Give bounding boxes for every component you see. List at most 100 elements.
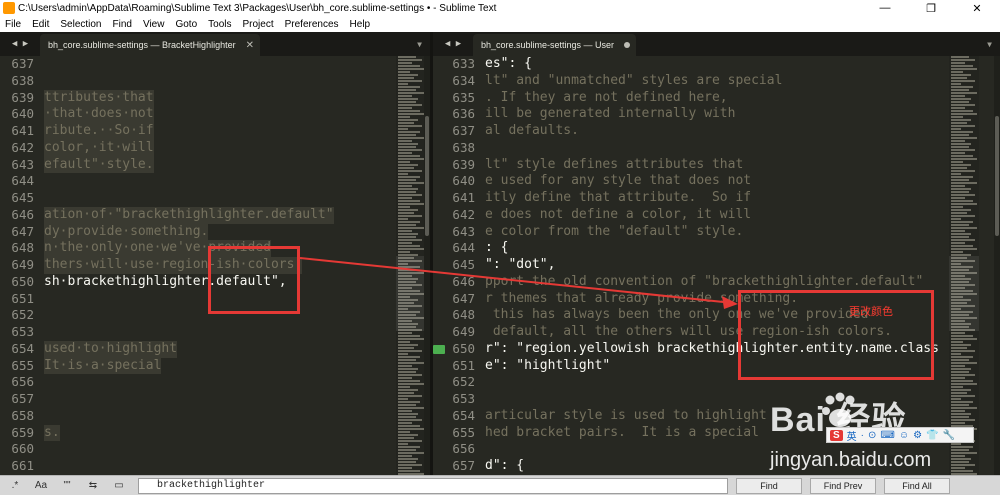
menu-goto[interactable]: Goto <box>170 19 203 30</box>
tab-bh-core-user[interactable]: bh_core.sublime-settings — User <box>473 34 637 56</box>
line-number: 647 <box>452 290 475 306</box>
minimap-line <box>951 383 977 385</box>
minimap[interactable] <box>396 56 426 475</box>
tab-close-icon[interactable]: ✕ <box>246 40 254 51</box>
minimap-line <box>398 221 420 223</box>
line-number: 659 <box>11 424 34 440</box>
minimap-line <box>398 410 412 412</box>
ime-settings-icon[interactable]: ⚙ <box>913 430 922 441</box>
whole-word-toggle[interactable]: "" <box>56 478 78 494</box>
tab-scroll-arrows[interactable]: ◀ ▶ <box>433 32 473 56</box>
find-input[interactable]: brackethighlighter <box>138 477 728 494</box>
minimap-line <box>398 83 408 85</box>
code-line: lt" style defines attributes that <box>485 156 744 172</box>
line-number: 653 <box>11 324 34 339</box>
minimap-line <box>398 374 422 376</box>
minimize-button[interactable]: — <box>862 0 908 16</box>
ime-language-toggle[interactable]: 英 <box>847 428 857 443</box>
scrollbar-thumb[interactable] <box>425 116 429 236</box>
code-area[interactable]: ttributes·that ·that·does·not ribute.··So·… <box>44 56 394 475</box>
minimap-line <box>398 164 418 166</box>
minimap-viewport[interactable] <box>396 256 426 331</box>
minimap-line <box>398 449 416 451</box>
minimap-line <box>398 200 420 202</box>
vertical-scrollbar[interactable] <box>994 56 1000 475</box>
in-selection-toggle[interactable]: ▭ <box>108 478 130 494</box>
minimap-line <box>951 77 967 79</box>
minimap-line <box>398 152 412 154</box>
title-bar: C:\Users\admin\AppData\Roaming\Sublime T… <box>0 0 1000 16</box>
menu-file[interactable]: File <box>0 19 27 30</box>
tab-dropdown-icon[interactable]: ▼ <box>417 40 422 49</box>
ime-punctuation-toggle[interactable]: · <box>861 430 864 441</box>
menu-help[interactable]: Help <box>345 19 377 30</box>
menu-preferences[interactable]: Preferences <box>280 19 345 30</box>
line-number: 658 <box>11 407 34 423</box>
line-number: 645 <box>11 190 34 205</box>
minimap[interactable] <box>949 56 979 475</box>
minimap-line <box>951 194 975 196</box>
minimap-line <box>398 395 422 397</box>
menu-selection[interactable]: Selection <box>55 19 107 30</box>
find-button[interactable]: Find <box>736 477 802 494</box>
code-line: es": { <box>485 56 532 71</box>
code-line: . If they are not defined here, <box>485 89 728 105</box>
line-number: 635 <box>452 89 475 105</box>
find-all-button[interactable]: Find All <box>884 477 950 494</box>
line-number: 640 <box>11 106 34 122</box>
line-number: 648 <box>452 307 475 323</box>
minimap-line <box>398 203 424 205</box>
wrap-toggle[interactable]: ⇆ <box>82 478 104 494</box>
minimap-line <box>398 233 418 235</box>
tab-bh-core-brackethighlighter[interactable]: bh_core.sublime-settings — BracketHighli… <box>40 34 260 56</box>
ime-tools-icon[interactable]: 🔧 <box>942 430 954 441</box>
code-line: hed bracket pairs. It is a special <box>485 424 759 440</box>
minimap-line <box>951 398 961 400</box>
minimap-line <box>398 59 422 61</box>
menu-find[interactable]: Find <box>108 19 138 30</box>
minimap-viewport[interactable] <box>949 256 979 331</box>
minimap-line <box>951 206 963 208</box>
scrollbar-thumb[interactable] <box>995 116 999 236</box>
ime-emoji-icon[interactable]: ☺ <box>899 430 909 441</box>
code-line: sh·brackethighlighter.default", <box>44 273 287 289</box>
minimap-line <box>398 209 418 211</box>
close-button[interactable]: ✕ <box>954 0 1000 16</box>
sogou-ime-icon[interactable]: S <box>830 429 843 441</box>
maximize-button[interactable]: ❐ <box>908 0 954 16</box>
ime-skin-icon[interactable]: 👕 <box>926 430 938 441</box>
minimap-line <box>951 131 973 133</box>
minimap-line <box>951 158 977 160</box>
ime-keyboard-icon[interactable]: ⌨ <box>880 430 894 441</box>
tab-dropdown-icon[interactable]: ▼ <box>987 40 992 49</box>
minimap-line <box>951 239 975 241</box>
regex-toggle[interactable]: .* <box>4 478 26 494</box>
unsaved-dot-icon[interactable] <box>624 42 631 48</box>
minimap-line <box>951 368 971 370</box>
right-editor-pane[interactable]: 633 634 635 636 637 638 639 640 641 642 643 644 645 6… <box>433 56 1000 475</box>
menu-edit[interactable]: Edit <box>27 19 55 30</box>
menu-view[interactable]: View <box>138 19 171 30</box>
find-prev-button[interactable]: Find Prev <box>810 477 876 494</box>
left-editor-pane[interactable]: 637 638 639 640 641 642 643 644 645 646 647 648 649 6… <box>0 56 430 475</box>
minimap-line <box>951 230 965 232</box>
minimap-line <box>951 71 963 73</box>
case-sensitive-toggle[interactable]: Aa <box>30 478 52 494</box>
minimap-line <box>398 113 424 115</box>
menu-project[interactable]: Project <box>238 19 280 30</box>
code-line: al defaults. <box>485 123 579 138</box>
code-line: thers·will·use·region-ish·colors. <box>44 257 303 274</box>
ime-toolbar[interactable]: S 英 · ⊙ ⌨ ☺ ⚙ 👕 🔧 <box>826 427 974 443</box>
tab-scroll-arrows[interactable]: ◀ ▶ <box>0 32 40 56</box>
vertical-scrollbar[interactable] <box>424 56 430 475</box>
line-number: 633 <box>452 56 475 71</box>
line-number-gutter: 633 634 635 636 637 638 639 640 641 642 643 644 645 6… <box>433 56 477 475</box>
menu-tools[interactable]: Tools <box>203 19 237 30</box>
minimap-line <box>398 176 420 178</box>
ime-voice-icon[interactable]: ⊙ <box>868 430 876 441</box>
minimap-line <box>398 248 424 250</box>
minimap-line <box>398 422 412 424</box>
minimap-line <box>398 335 420 337</box>
minimap-line <box>951 245 973 247</box>
minimap-line <box>398 344 418 346</box>
